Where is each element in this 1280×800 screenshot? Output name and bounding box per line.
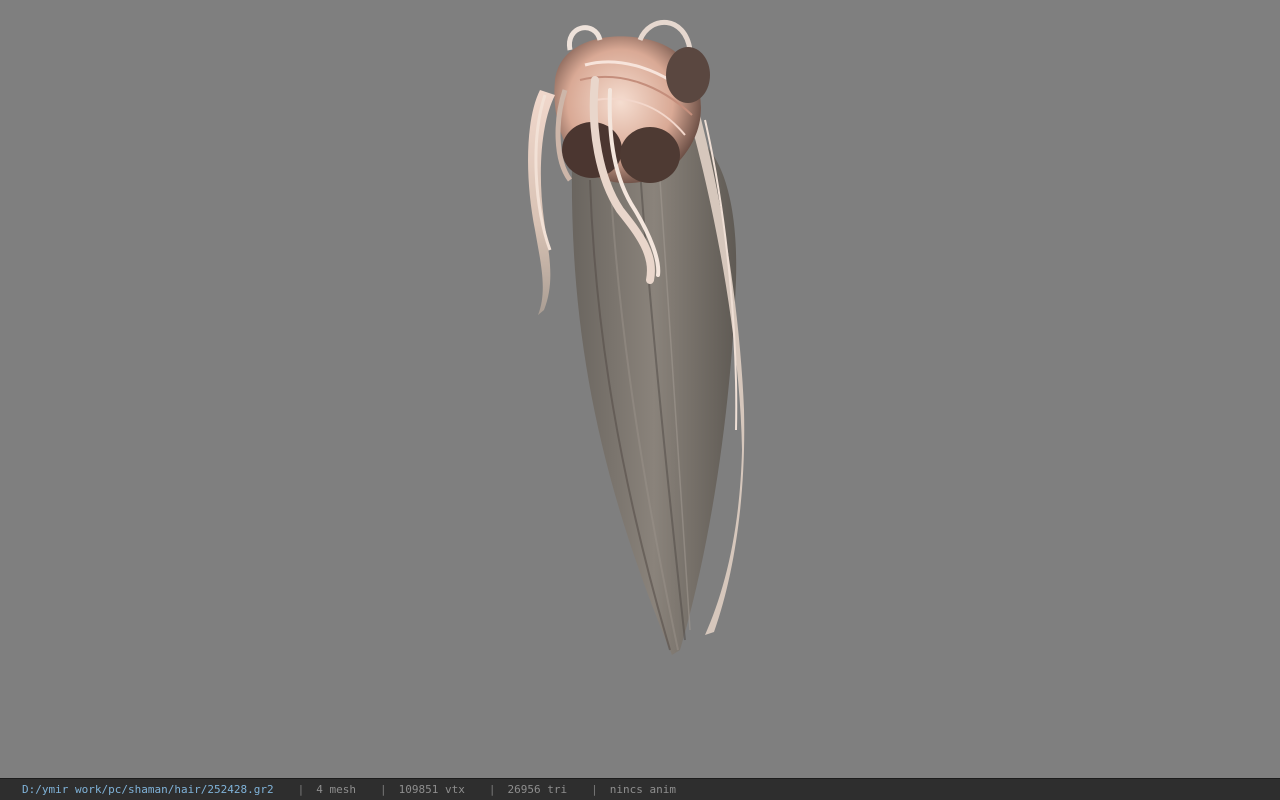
long-hair-mass: [571, 134, 737, 656]
hair-model: [528, 20, 745, 656]
mesh-count: 4 mesh: [316, 783, 357, 796]
separator: |: [380, 783, 387, 796]
triangle-count: 26956 tri: [507, 783, 568, 796]
separator: |: [488, 783, 496, 796]
separator: |: [591, 783, 598, 796]
file-path: D:/ymir work/pc/shaman/hair/252428.gr2: [22, 783, 274, 796]
status-bar: D:/ymir work/pc/shaman/hair/252428.gr2 |…: [0, 778, 1280, 800]
left-strand: [528, 90, 555, 315]
anim-status: nincs anim: [609, 783, 676, 796]
3d-viewport[interactable]: [0, 0, 1280, 778]
separator: |: [297, 783, 305, 796]
vertex-count: 109851 vtx: [398, 783, 465, 796]
